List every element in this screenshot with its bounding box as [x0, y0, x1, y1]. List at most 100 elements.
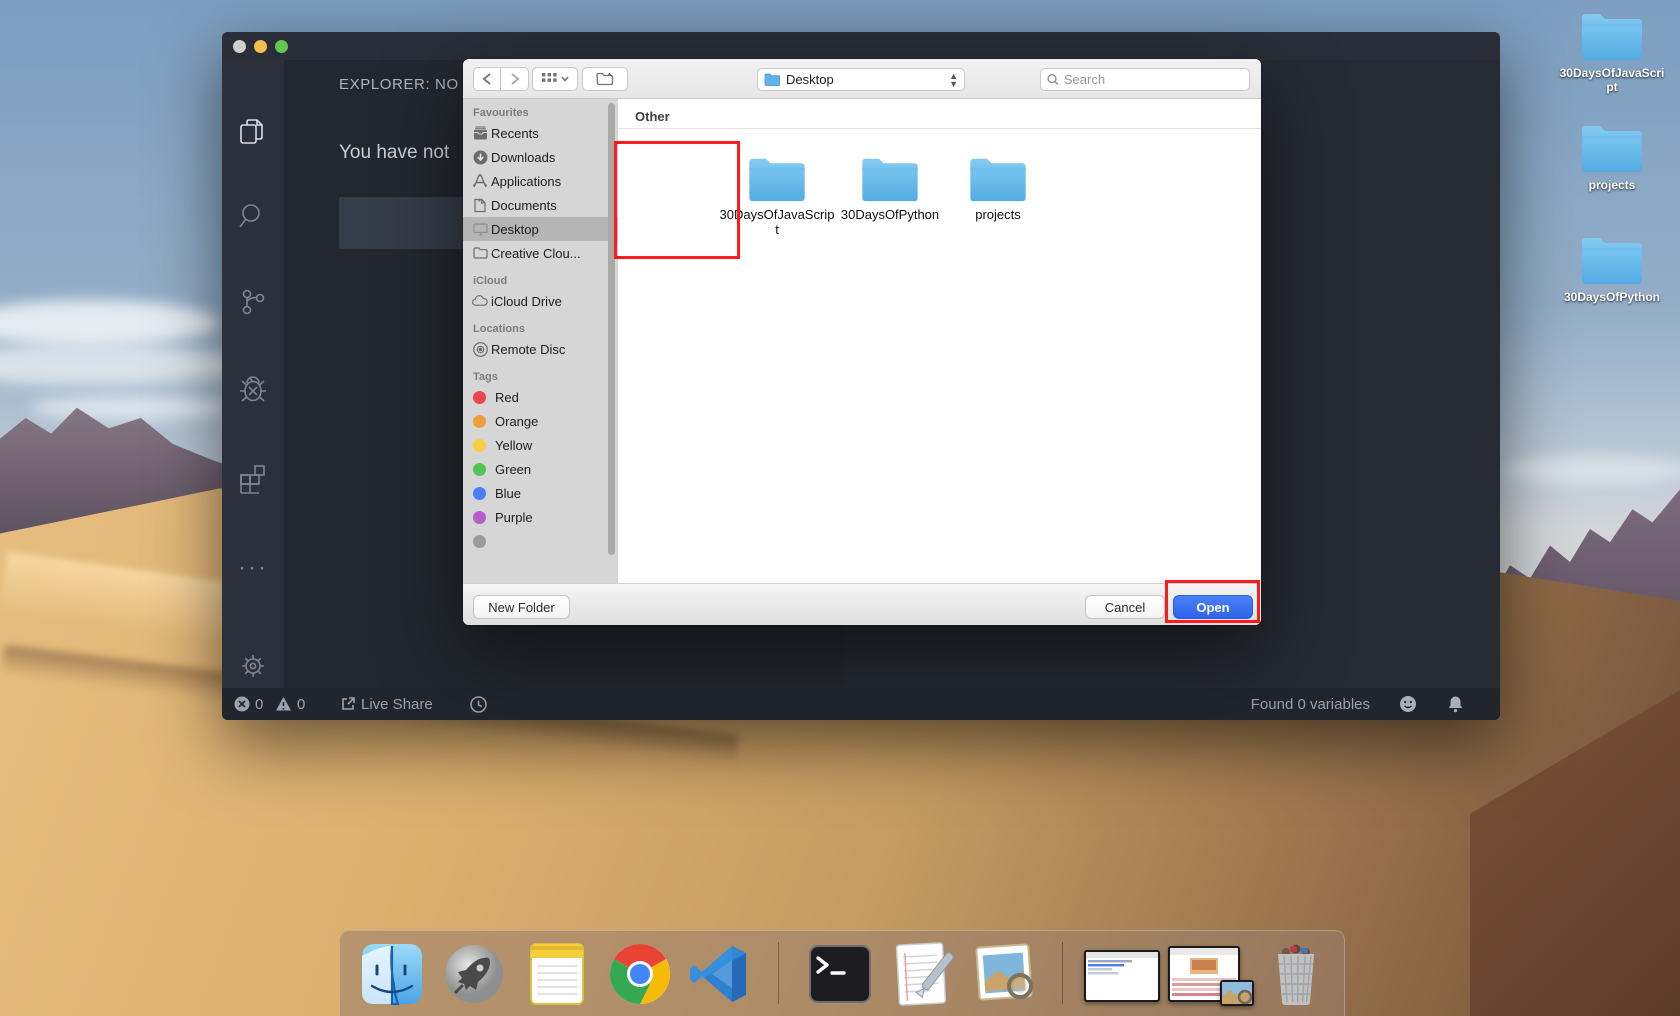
dropdown-chevrons-icon: ▲▼ [949, 72, 958, 88]
documents-icon [472, 197, 488, 213]
preview-icon [974, 942, 1038, 1006]
found-variables-label: Found 0 variables [1251, 696, 1370, 713]
search-input[interactable] [1064, 72, 1243, 87]
section-header-locations: Locations [473, 323, 618, 335]
chevron-down-icon [561, 76, 569, 82]
sidebar-item-remote-disc[interactable]: Remote Disc [463, 337, 618, 361]
minimized-preview-badge[interactable] [1220, 980, 1254, 1006]
new-folder-button[interactable]: New Folder [473, 595, 570, 619]
divider [618, 128, 1261, 129]
location-dropdown[interactable]: Desktop ▲▼ [757, 68, 965, 91]
explorer-icon[interactable] [237, 116, 269, 148]
folder-icon [1580, 234, 1644, 286]
folder-icon [1580, 10, 1644, 62]
errors-count: 0 [255, 696, 263, 713]
trash-dock-icon[interactable] [1264, 942, 1328, 1006]
tag-dot-gray [473, 535, 486, 548]
minimize-window-button[interactable] [254, 40, 267, 53]
sidebar-tag-purple[interactable]: Purple [463, 505, 618, 529]
sidebar-item-creative-cloud[interactable]: Creative Clou... [463, 241, 618, 265]
cloud [0, 300, 220, 346]
clock-icon [470, 696, 487, 713]
back-button[interactable] [473, 67, 501, 91]
tag-dot-purple [473, 511, 486, 524]
warnings-status[interactable]: 0 [275, 688, 305, 720]
errors-status[interactable]: 0 [234, 688, 263, 720]
finder-icon [360, 942, 424, 1006]
notes-icon [526, 942, 588, 1006]
dock-separator [1062, 942, 1063, 1004]
minimized-window-thumbnail[interactable] [1084, 950, 1160, 1002]
warnings-icon [275, 696, 292, 712]
chrome-dock-icon[interactable] [608, 942, 672, 1006]
source-control-icon[interactable] [237, 286, 269, 318]
launchpad-dock-icon[interactable] [442, 942, 506, 1006]
sidebar-item-label: Downloads [491, 150, 555, 165]
folder-plus-icon [596, 72, 614, 86]
sidebar-item-applications[interactable]: Applications [463, 169, 618, 193]
photo-badge-icon [1222, 982, 1252, 1004]
sidebar-item-label: Creative Clou... [491, 246, 581, 261]
tag-label: Orange [495, 414, 538, 429]
trash-icon [1264, 942, 1328, 1006]
sidebar-item-label: Desktop [491, 222, 539, 237]
view-mode-button[interactable] [532, 67, 578, 91]
chevron-right-icon [510, 73, 520, 85]
search-icon[interactable] [237, 200, 269, 232]
sidebar-tag-yellow[interactable]: Yellow [463, 433, 618, 457]
errors-icon [234, 696, 250, 712]
sidebar-item-icloud-drive[interactable]: iCloud Drive [463, 289, 618, 313]
forward-button[interactable] [501, 67, 529, 91]
tag-label: Red [495, 390, 519, 405]
dialog-folder-30daysofpython[interactable]: 30DaysOfPython [832, 155, 948, 222]
extensions-icon[interactable] [237, 462, 269, 494]
sidebar-item-desktop[interactable]: Desktop [463, 217, 618, 241]
folder-icon [472, 245, 488, 261]
textedit-dock-icon[interactable] [890, 942, 954, 1006]
sidebar-tag-red[interactable]: Red [463, 385, 618, 409]
more-actions-icon[interactable]: ··· [237, 554, 269, 586]
new-folder-toolbar-button[interactable] [582, 67, 628, 91]
settings-gear-icon[interactable] [237, 650, 269, 682]
close-window-button[interactable] [233, 40, 246, 53]
icon-view-grid-icon [542, 73, 557, 86]
tag-label: Purple [495, 510, 533, 525]
sidebar-tag-green[interactable]: Green [463, 457, 618, 481]
cancel-button[interactable]: Cancel [1085, 595, 1165, 619]
sidebar-item-downloads[interactable]: Downloads [463, 145, 618, 169]
dialog-folder-projects[interactable]: projects [940, 155, 1056, 222]
clock-status[interactable] [470, 688, 487, 720]
window-titlebar[interactable] [222, 32, 1500, 60]
notifications-status[interactable] [1447, 688, 1464, 720]
sidebar-item-label: Recents [491, 126, 539, 141]
desktop-icon-label: projects [1557, 178, 1667, 192]
sidebar-item-documents[interactable]: Documents [463, 193, 618, 217]
search-icon [1047, 73, 1059, 86]
sidebar-tag-blue[interactable]: Blue [463, 481, 618, 505]
sidebar-tag-partial[interactable] [463, 529, 618, 553]
tag-label: Yellow [495, 438, 532, 453]
preview-dock-icon[interactable] [974, 942, 1038, 1006]
terminal-dock-icon[interactable] [808, 942, 872, 1006]
debug-icon[interactable] [237, 374, 269, 406]
chrome-icon [608, 942, 672, 1006]
sidebar-tag-orange[interactable]: Orange [463, 409, 618, 433]
desktop-icon-30daysofpython[interactable]: 30DaysOfPython [1557, 234, 1667, 304]
notes-dock-icon[interactable] [526, 942, 590, 1006]
finder-dock-icon[interactable] [360, 942, 424, 1006]
dialog-folder-label: projects [940, 207, 1056, 222]
desktop-icon-projects[interactable]: projects [1557, 122, 1667, 192]
activity-bar: ··· [222, 60, 284, 688]
terminal-icon [808, 942, 872, 1006]
zoom-window-button[interactable] [275, 40, 288, 53]
sidebar-item-recents[interactable]: Recents [463, 121, 618, 145]
vscode-dock-icon[interactable] [688, 942, 752, 1006]
group-header: Other [635, 109, 670, 124]
bell-icon [1447, 695, 1464, 713]
desktop-icon-30daysofjavascript[interactable]: 30DaysOfJavaScript [1557, 10, 1667, 94]
live-share-status[interactable]: Live Share [340, 688, 433, 720]
sidebar-item-label: iCloud Drive [491, 294, 562, 309]
search-field[interactable] [1040, 68, 1250, 91]
feedback-status[interactable] [1399, 688, 1417, 720]
tag-dot-yellow [473, 439, 486, 452]
